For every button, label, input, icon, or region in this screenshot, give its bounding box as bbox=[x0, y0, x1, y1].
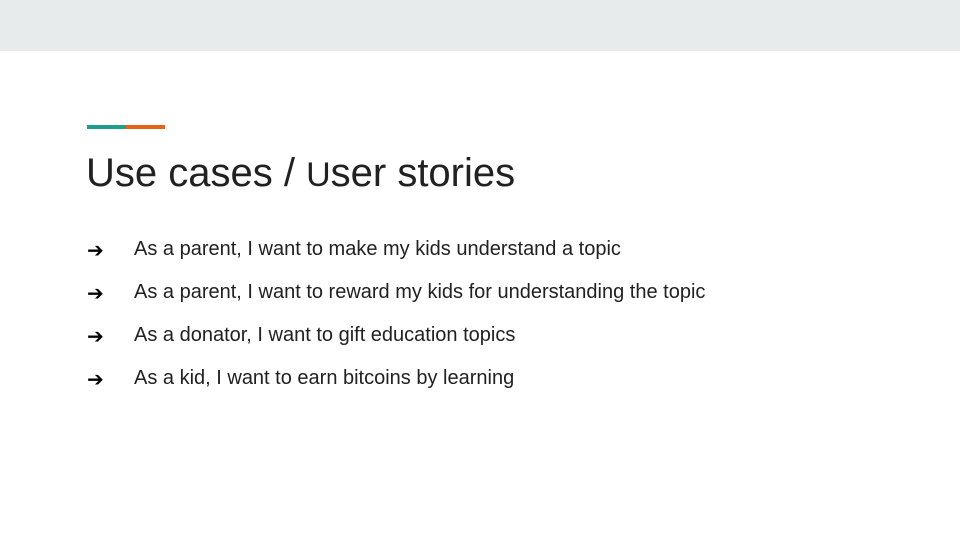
bullet-text: As a donator, I want to gift education t… bbox=[134, 324, 516, 346]
list-item: ➔ As a kid, I want to earn bitcoins by l… bbox=[87, 357, 705, 400]
bullet-text: As a parent, I want to reward my kids fo… bbox=[134, 281, 706, 303]
slide: Use cases / User stories ➔ As a parent, … bbox=[0, 51, 960, 540]
bullet-list: ➔ As a parent, I want to make my kids un… bbox=[87, 228, 705, 400]
title-part-1: Use cases / bbox=[86, 151, 307, 195]
accent-orange bbox=[126, 125, 165, 129]
right-arrow-icon: ➔ bbox=[87, 323, 104, 348]
top-toolbar-area bbox=[0, 0, 960, 51]
bullet-text: As a parent, I want to make my kids unde… bbox=[134, 238, 621, 260]
title-part-3: ser stories bbox=[330, 151, 516, 195]
right-arrow-icon: ➔ bbox=[87, 366, 104, 391]
accent-teal bbox=[87, 125, 126, 129]
list-item: ➔ As a parent, I want to reward my kids … bbox=[87, 271, 705, 314]
slide-title: Use cases / User stories bbox=[86, 149, 515, 199]
title-part-2: U bbox=[306, 156, 331, 194]
right-arrow-icon: ➔ bbox=[87, 237, 104, 262]
title-accent-bar bbox=[87, 125, 165, 129]
bullet-text: As a kid, I want to earn bitcoins by lea… bbox=[134, 367, 515, 389]
list-item: ➔ As a parent, I want to make my kids un… bbox=[87, 228, 705, 271]
list-item: ➔ As a donator, I want to gift education… bbox=[87, 314, 705, 357]
right-arrow-icon: ➔ bbox=[87, 280, 104, 305]
